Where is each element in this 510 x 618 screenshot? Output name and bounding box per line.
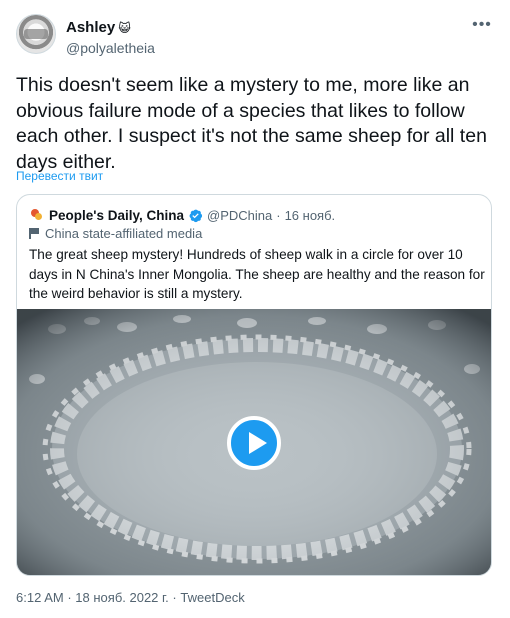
flag-icon <box>29 228 40 239</box>
quoted-author-handle[interactable]: @PDChina <box>207 208 272 223</box>
verified-badge-icon <box>189 209 203 222</box>
avatar-image <box>24 29 48 39</box>
meta-separator: · <box>67 590 72 605</box>
tweet-meta: 6:12 AM · 18 нояб. 2022 г. · TweetDeck <box>16 590 245 605</box>
tweet-date[interactable]: 18 нояб. 2022 г. <box>75 590 169 605</box>
tweet: Ashley 😺 @polyaletheia ••• This doesn't s… <box>0 0 510 618</box>
tweet-text: This doesn't seem like a mystery to me, … <box>16 74 487 173</box>
play-icon <box>249 432 267 454</box>
quoted-author-name[interactable]: People's Daily, China <box>49 208 184 223</box>
author-display-name[interactable]: Ashley <box>66 19 115 36</box>
meta-separator: · <box>172 590 177 605</box>
play-button[interactable] <box>227 416 281 470</box>
author-names: Ashley 😺 @polyaletheia <box>66 19 155 57</box>
quoted-date[interactable]: 16 нояб. <box>285 208 336 223</box>
author-handle[interactable]: @polyaletheia <box>66 39 155 57</box>
affiliation-text: China state-affiliated media <box>45 226 203 241</box>
quoted-tweet-header: People's Daily, China @PDChina · 16 нояб… <box>29 205 335 225</box>
quoted-tweet[interactable]: People's Daily, China @PDChina · 16 нояб… <box>16 194 492 576</box>
quoted-avatar[interactable] <box>29 208 43 222</box>
tweet-header: Ashley 😺 @polyaletheia ••• <box>16 14 494 62</box>
separator-dot: · <box>276 207 281 223</box>
translate-link[interactable]: Перевести твит <box>16 169 103 183</box>
tweet-source[interactable]: TweetDeck <box>180 590 244 605</box>
tweet-time[interactable]: 6:12 AM <box>16 590 64 605</box>
video-player[interactable] <box>17 309 491 575</box>
quoted-tweet-text: The great sheep mystery! Hundreds of she… <box>29 247 485 301</box>
more-icon[interactable]: ••• <box>470 17 494 38</box>
cat-emoji: 😺 <box>118 21 131 35</box>
state-media-label[interactable]: China state-affiliated media <box>29 226 202 241</box>
avatar[interactable] <box>16 14 56 54</box>
